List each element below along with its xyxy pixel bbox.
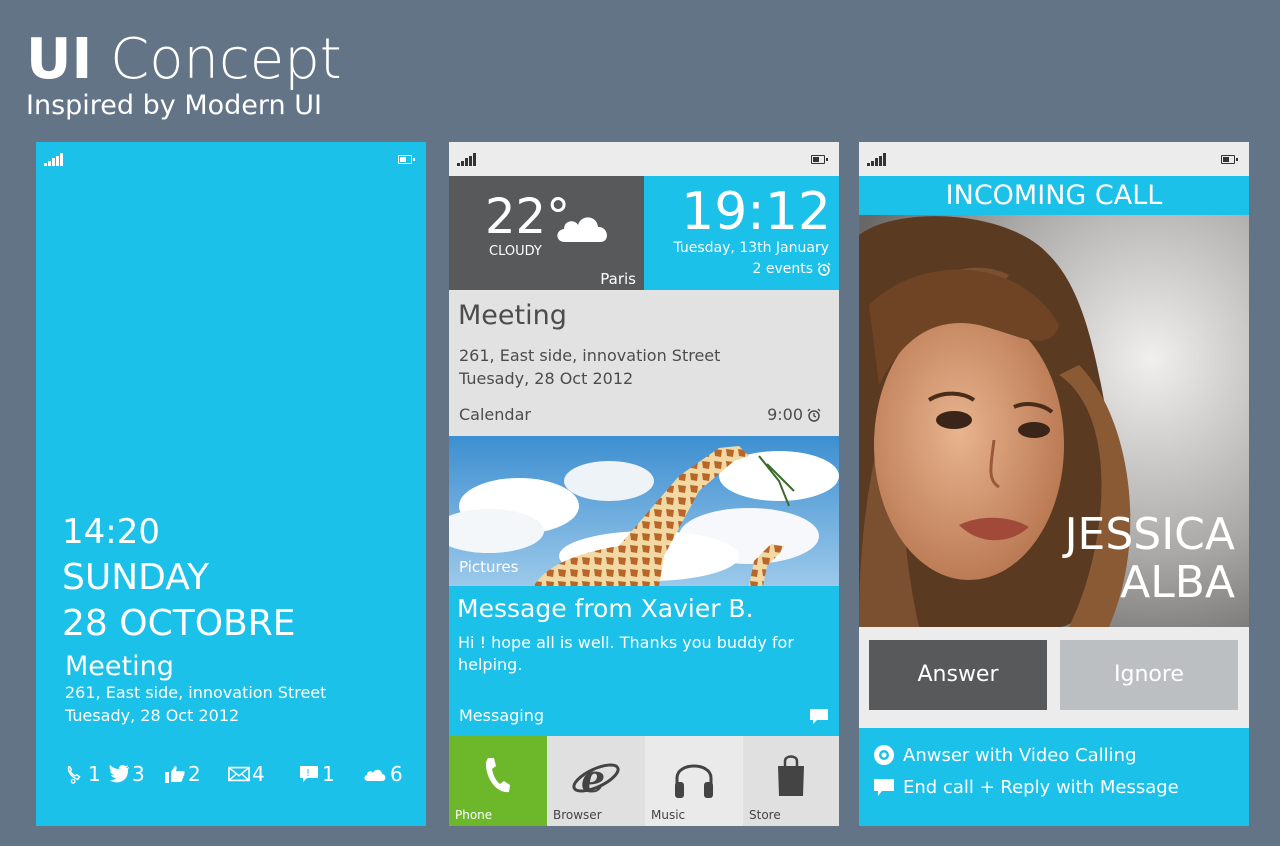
alarm-icon: [807, 408, 821, 422]
page-title: UI Concept: [26, 27, 342, 92]
notification-count: 4: [252, 762, 265, 786]
clock-tile[interactable]: 19:12 Tuesday, 13th January 2 events: [644, 176, 839, 290]
notification-likes[interactable]: 2: [164, 762, 201, 786]
reply-message-option[interactable]: End call + Reply with Message: [873, 777, 1179, 798]
chat-icon: [874, 778, 894, 796]
notification-twitter[interactable]: 3: [108, 762, 145, 786]
app-label: Store: [749, 808, 781, 822]
notification-missed-calls[interactable]: 1: [64, 762, 101, 786]
ignore-button[interactable]: Ignore: [1060, 640, 1238, 710]
notification-count: 6: [390, 762, 403, 786]
incoming-call-header: INCOMING CALL: [859, 176, 1249, 215]
notification-count: 2: [188, 762, 201, 786]
status-bar: [36, 142, 426, 176]
cloud-icon: [364, 769, 386, 781]
notification-cloud[interactable]: 6: [362, 762, 403, 786]
calendar-app-label: Calendar: [459, 405, 531, 424]
meeting-time-label: 9:00: [767, 405, 803, 424]
like-icon: [165, 766, 185, 783]
lock-event-title: Meeting: [65, 651, 174, 682]
pictures-tile[interactable]: Pictures: [449, 436, 839, 586]
meeting-address: 261, East side, innovation Street: [459, 346, 721, 365]
twitter-icon: [109, 765, 129, 783]
video-call-icon: [874, 745, 894, 765]
caller-last-name: ALBA: [1120, 557, 1235, 608]
weather-city: Paris: [600, 270, 636, 288]
messaging-tile[interactable]: Message from Xavier B. Hi ! hope all is …: [449, 586, 839, 736]
calendar-tile[interactable]: Meeting 261, East side, innovation Stree…: [449, 290, 839, 436]
weather-condition: CLOUDY: [489, 244, 542, 259]
signal-icon: [867, 152, 891, 166]
app-label: Music: [651, 808, 686, 822]
chat-icon: !: [300, 766, 318, 782]
lock-event-address: 261, East side, innovation Street: [65, 683, 327, 702]
video-call-option[interactable]: Anwser with Video Calling: [873, 744, 1137, 766]
clock-time: 19:12: [681, 182, 831, 242]
clock-date: Tuesday, 13th January: [673, 240, 829, 256]
notification-chat[interactable]: ! 1: [298, 762, 335, 786]
incoming-call-phone: INCOMING CALL JESSICA ALBA Answer Ignore: [859, 142, 1249, 826]
app-phone[interactable]: Phone: [449, 736, 547, 826]
app-label: Phone: [455, 808, 493, 822]
notification-count: 1: [88, 762, 101, 786]
signal-icon: [44, 152, 68, 166]
notification-count: 3: [132, 762, 145, 786]
app-label: Browser: [553, 808, 602, 822]
battery-icon: [811, 155, 828, 164]
reply-message-label: End call + Reply with Message: [903, 777, 1179, 798]
alarm-icon: [817, 262, 831, 276]
svg-text:!: !: [306, 768, 310, 779]
pictures-label: Pictures: [459, 558, 519, 576]
caller-photo: JESSICA ALBA: [859, 215, 1249, 627]
message-body: Hi ! hope all is well. Thanks you buddy …: [458, 633, 794, 674]
meeting-time: 9:00: [767, 405, 821, 424]
mail-icon: [228, 766, 250, 782]
status-bar: [449, 142, 839, 176]
lock-day: SUNDAY: [62, 557, 210, 598]
app-store[interactable]: Store: [743, 736, 839, 826]
caller-first-name: JESSICA: [1064, 509, 1235, 560]
answer-button[interactable]: Answer: [869, 640, 1047, 710]
meeting-title: Meeting: [458, 300, 567, 331]
lock-date: 28 OCTOBRE: [62, 603, 296, 644]
notification-mail[interactable]: 4: [228, 762, 265, 786]
notification-count: 1: [322, 762, 335, 786]
battery-icon: [398, 155, 415, 164]
lock-time: 14:20: [62, 512, 160, 552]
shopping-bag-icon: [778, 755, 804, 796]
weather-tile[interactable]: 22° CLOUDY Paris: [449, 176, 644, 290]
phone-icon: [485, 758, 510, 793]
battery-icon: [1221, 155, 1238, 164]
call-options: Anwser with Video Calling End call + Rep…: [859, 728, 1249, 826]
page-subtitle: Inspired by Modern UI: [26, 90, 322, 121]
meeting-date: Tuesady, 28 Oct 2012: [459, 369, 634, 388]
missed-call-icon: [67, 766, 81, 784]
lock-screen-phone: 14:20 SUNDAY 28 OCTOBRE Meeting 261, Eas…: [36, 142, 426, 826]
headphones-icon: [675, 764, 713, 798]
app-browser[interactable]: e Browser: [547, 736, 645, 826]
svg-text:e: e: [581, 756, 605, 801]
browser-icon: e: [572, 756, 620, 801]
clock-events: 2 events: [752, 261, 831, 277]
home-screen-phone: 22° CLOUDY Paris 19:12 Tuesday, 13th Jan…: [449, 142, 839, 826]
signal-icon: [457, 152, 481, 166]
video-call-label: Anwser with Video Calling: [903, 744, 1137, 766]
cloud-icon: [557, 217, 607, 242]
message-title: Message from Xavier B.: [457, 594, 754, 623]
clock-events-label: 2 events: [752, 261, 813, 277]
lock-event-date: Tuesady, 28 Oct 2012: [65, 706, 240, 725]
messaging-app-label: Messaging: [459, 706, 545, 725]
status-bar: [859, 142, 1249, 176]
app-music[interactable]: Music: [645, 736, 743, 826]
chat-icon: [810, 709, 828, 724]
